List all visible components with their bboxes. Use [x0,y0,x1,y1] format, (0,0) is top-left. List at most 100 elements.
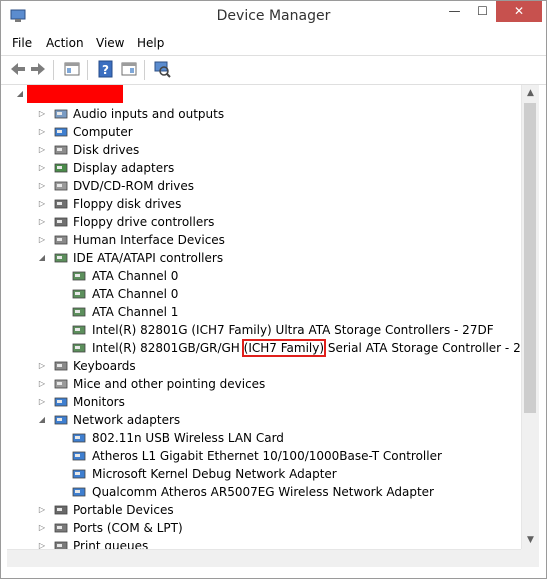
tree-device-label: ATA Channel 1 [92,305,179,319]
network-adapter-icon [54,415,68,425]
toolbar-separator [87,60,88,80]
scroll-up-icon[interactable]: ▲ [522,85,539,102]
net-child-icon [72,469,86,479]
expand-arrow-icon[interactable]: ▷ [37,141,47,159]
keyboard-icon [54,361,68,371]
tree-category-label: Display adapters [73,161,175,175]
device-tree[interactable]: ◢ ▷ Audio inputs and outputs ▷ Computer ▷ Disk… [7,85,521,549]
menu-bar: File Action View Help [1,32,546,54]
computer-icon [54,127,68,137]
expand-arrow-icon[interactable]: ▷ [37,123,47,141]
svg-text:?: ? [102,63,109,77]
net-child-icon [72,487,86,497]
tree-category[interactable]: ▷ Mice and other pointing devices [7,375,521,393]
tree-device[interactable]: ATA Channel 0 [7,267,521,285]
vertical-scrollbar[interactable]: ▲ ▼ [521,85,539,549]
toolbar: ? [1,55,546,85]
scan-hardware-icon[interactable] [153,60,171,78]
disk-drive-icon [54,145,68,155]
minimize-button[interactable]: — [441,1,468,22]
tree-device[interactable]: Microsoft Kernel Debug Network Adapter [7,465,521,483]
properties-pane-icon[interactable] [63,60,81,78]
scroll-down-icon[interactable]: ▼ [522,532,539,549]
tree-category-label: Disk drives [73,143,140,157]
net-child-icon [72,433,86,443]
tree-device[interactable]: ATA Channel 0 [7,285,521,303]
forward-icon[interactable] [29,60,47,78]
expand-arrow-icon[interactable]: ▷ [37,177,47,195]
tree-device-label: ATA Channel 0 [92,287,179,301]
collapse-arrow-icon[interactable]: ◢ [37,411,47,429]
tree-category[interactable]: ▷ Human Interface Devices [7,231,521,249]
tree-device-label: Atheros L1 Gigabit Ethernet 10/100/1000B… [92,449,442,463]
maximize-button[interactable]: ☐ [469,1,496,22]
tree-category[interactable]: ▷ Disk drives [7,141,521,159]
tree-category[interactable]: ▷ Floppy disk drives [7,195,521,213]
tree-category[interactable]: ▷ Monitors [7,393,521,411]
device-manager-window: Device Manager — ☐ ✕ File Action View He… [0,0,547,579]
action-pane-icon[interactable] [120,60,138,78]
tree-category-label: DVD/CD-ROM drives [73,179,195,193]
menu-view[interactable]: View [96,36,124,50]
floppy-icon [54,199,68,209]
tree-device[interactable]: Qualcomm Atheros AR5007EG Wireless Netwo… [7,483,521,501]
title-bar[interactable]: Device Manager — ☐ ✕ [1,1,546,32]
monitor-icon [54,397,68,407]
expand-arrow-icon[interactable]: ▷ [37,231,47,249]
mouse-icon [54,379,68,389]
hid-icon [54,235,68,245]
expand-arrow-icon[interactable]: ▷ [37,375,47,393]
tree-category[interactable]: ▷ Computer [7,123,521,141]
help-icon[interactable]: ? [97,60,115,78]
tree-category[interactable]: ▷ Print queues [7,537,521,549]
ide-channel-icon [72,307,86,317]
tree-category-label: IDE ATA/ATAPI controllers [73,251,224,265]
collapse-arrow-icon[interactable]: ◢ [37,249,47,267]
tree-device[interactable]: 802.11n USB Wireless LAN Card [7,429,521,447]
tree-category-label: Print queues [73,539,149,549]
expand-arrow-icon[interactable]: ▷ [37,105,47,123]
scroll-thumb[interactable] [524,103,536,413]
tree-device[interactable]: ATA Channel 1 [7,303,521,321]
expand-arrow-icon[interactable]: ▷ [37,357,47,375]
expand-arrow-icon[interactable]: ▷ [37,393,47,411]
expand-arrow-icon[interactable]: ▷ [37,537,47,549]
net-child-icon [72,451,86,461]
tree-device[interactable]: Intel(R) 82801GB/GR/GH (ICH7 Family) Ser… [7,339,521,357]
tree-category-label: Floppy disk drives [73,197,182,211]
expand-arrow-icon[interactable]: ▷ [37,195,47,213]
tree-category[interactable]: ▷ Audio inputs and outputs [7,105,521,123]
horizontal-scrollbar[interactable] [7,549,521,567]
collapse-arrow-icon[interactable]: ◢ [15,85,25,103]
tree-root[interactable]: ◢ [7,85,521,103]
tree-category[interactable]: ▷ Floppy drive controllers [7,213,521,231]
tree-device-label: Qualcomm Atheros AR5007EG Wireless Netwo… [92,485,434,499]
display-adapter-icon [54,163,68,173]
tree-device-label: Intel(R) 82801GB/GR/GH (ICH7 Family) Ser… [92,339,521,357]
expand-arrow-icon[interactable]: ▷ [37,213,47,231]
menu-help[interactable]: Help [137,36,164,50]
tree-category[interactable]: ▷ Keyboards [7,357,521,375]
tree-category[interactable]: ▷ Ports (COM & LPT) [7,519,521,537]
tree-category-label: Human Interface Devices [73,233,225,247]
menu-action[interactable]: Action [46,36,84,50]
tree-category-label: Ports (COM & LPT) [73,521,183,535]
tree-category-label: Portable Devices [73,503,174,517]
speaker-icon [54,109,68,119]
tree-device[interactable]: Atheros L1 Gigabit Ethernet 10/100/1000B… [7,447,521,465]
tree-category[interactable]: ◢ Network adapters [7,411,521,429]
tree-category[interactable]: ▷ DVD/CD-ROM drives [7,177,521,195]
close-button[interactable]: ✕ [496,1,542,22]
back-icon[interactable] [9,60,27,78]
tree-category[interactable]: ▷ Display adapters [7,159,521,177]
expand-arrow-icon[interactable]: ▷ [37,519,47,537]
tree-category[interactable]: ◢ IDE ATA/ATAPI controllers [7,249,521,267]
tree-category[interactable]: ▷ Portable Devices [7,501,521,519]
tree-device-label: 802.11n USB Wireless LAN Card [92,431,284,445]
floppy-controller-icon [54,217,68,227]
menu-file[interactable]: File [12,36,32,50]
expand-arrow-icon[interactable]: ▷ [37,501,47,519]
expand-arrow-icon[interactable]: ▷ [37,159,47,177]
tree-device[interactable]: Intel(R) 82801G (ICH7 Family) Ultra ATA … [7,321,521,339]
tree-device-label: Intel(R) 82801G (ICH7 Family) Ultra ATA … [92,323,494,337]
